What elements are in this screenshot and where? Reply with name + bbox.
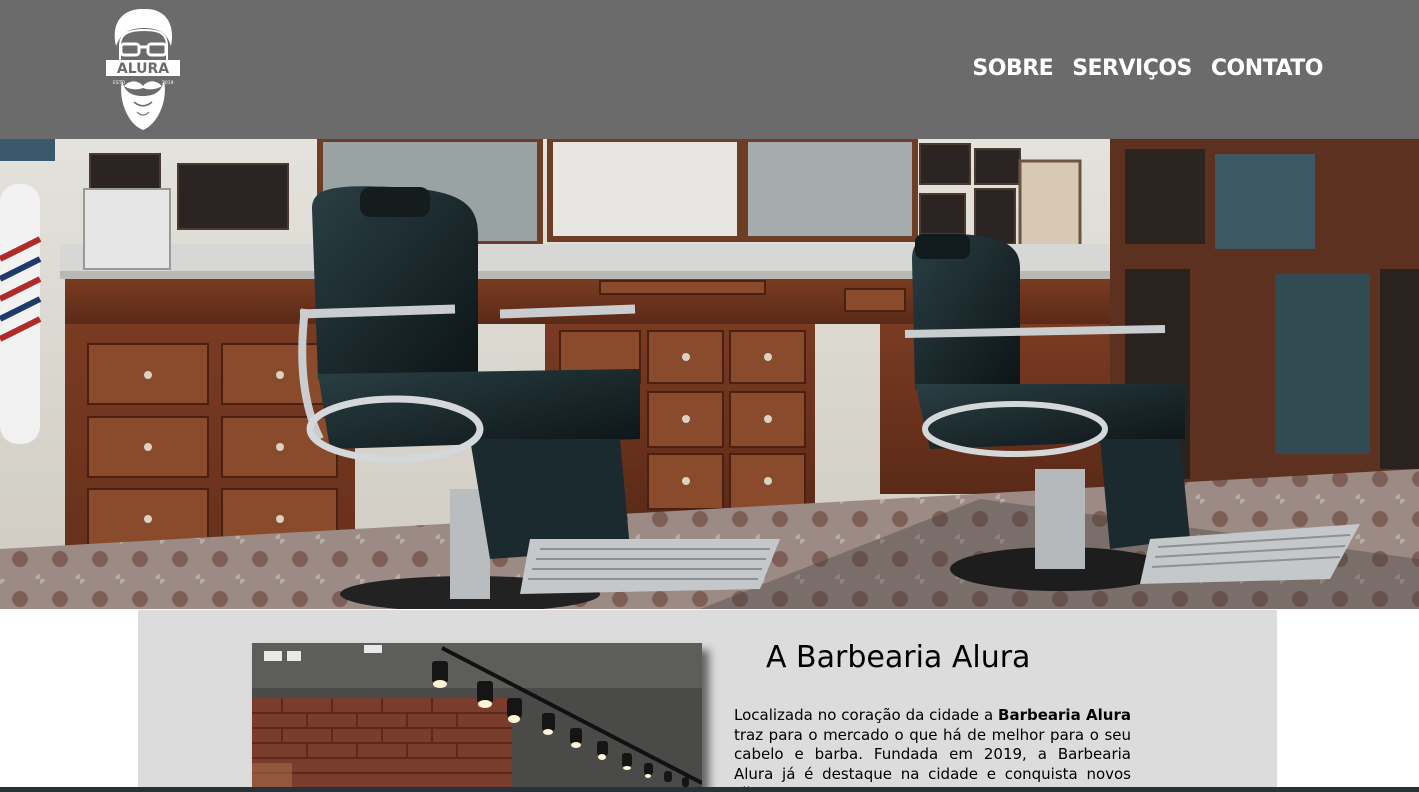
about-title: A Barbearia Alura <box>766 640 1031 675</box>
nav-link-sobre[interactable]: SOBRE <box>972 56 1053 81</box>
alura-logo[interactable]: ALURA ESTD 2019 <box>104 6 182 132</box>
about-image <box>252 643 702 792</box>
logo-brand-text: ALURA <box>117 61 169 77</box>
about-description: Localizada no coração da cidade a Barbea… <box>734 706 1131 792</box>
bearded-man-logo-icon: ALURA ESTD 2019 <box>106 8 180 130</box>
main-nav: SOBRE SERVIÇOS CONTATO <box>972 56 1323 81</box>
nav-link-servicos[interactable]: SERVIÇOS <box>1072 56 1192 81</box>
barbershop-interior-illustration <box>0 139 1419 609</box>
site-header: ALURA ESTD 2019 SOBRE SERVIÇOS CONTATO <box>0 0 1419 139</box>
nav-link-contato[interactable]: CONTATO <box>1211 56 1324 81</box>
brand-name-highlight: Barbearia Alura <box>998 706 1131 724</box>
svg-text:ESTD: ESTD <box>113 80 125 86</box>
hero-banner-image <box>0 139 1419 609</box>
about-section: A Barbearia Alura Localizada no coração … <box>138 610 1277 792</box>
bottom-strip <box>0 787 1419 792</box>
barbershop-lights-illustration <box>252 643 702 792</box>
